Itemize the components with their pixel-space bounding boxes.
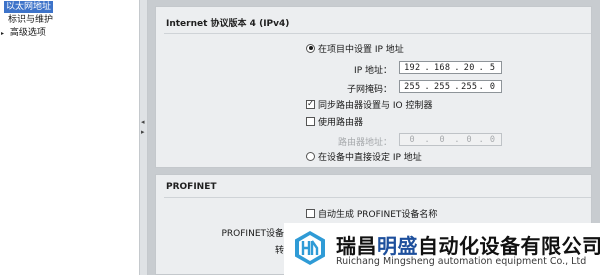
company-watermark: 瑞昌明盛自动化设备有限公司 Ruichang Mingsheng automat… [284, 223, 600, 275]
radio-selected-icon[interactable] [306, 43, 315, 53]
collapse-left-icon[interactable]: ◂ [141, 118, 145, 126]
company-name-part: 自动化设备有限公司 [418, 234, 600, 258]
expand-right-icon[interactable]: ▸ [141, 128, 145, 136]
sync-router-checkbox-row[interactable]: ✓ 同步路由器设置与 IO 控制器 [306, 98, 433, 111]
ip-octet-2: 168 [434, 62, 451, 73]
checkbox-checked-icon[interactable]: ✓ [306, 99, 315, 109]
router-address-label: 路由器地址： [337, 138, 392, 148]
set-ip-in-project-option[interactable]: 在项目中设置 IP 地址 [306, 42, 404, 55]
tree-item-label: 标识与维护 [8, 15, 54, 25]
company-name-en: Ruichang Mingsheng automation equipment … [336, 256, 587, 267]
tree-item-ethernet-address[interactable]: 以太网地址 [4, 1, 54, 13]
subnet-octet-2: 255 [434, 81, 451, 92]
tree-item-label: 以太网地址 [6, 2, 52, 12]
set-ip-in-project-label: 在项目中设置 IP 地址 [318, 44, 404, 55]
ip-octet-4: 5 [489, 62, 496, 73]
ip-address-field[interactable]: 192. 168. 20. 5 [399, 61, 502, 74]
use-router-label: 使用路由器 [318, 117, 364, 128]
tree-item-advanced-options[interactable]: ▸ 高级选项 [1, 27, 46, 39]
checkbox-unchecked-icon[interactable] [306, 208, 315, 218]
ip-octet-3: 20 [463, 62, 475, 73]
section-divider [164, 197, 591, 198]
router-octet-2: 0 [439, 134, 445, 145]
router-octet-1: 0 [409, 134, 415, 145]
ip-octet-1: 192 [404, 62, 421, 73]
auto-generate-name-label: 自动生成 PROFINET设备名称 [318, 209, 438, 220]
router-address-field: 0. 0. 0. 0 [399, 133, 502, 146]
expand-arrow-icon[interactable]: ▸ [1, 28, 7, 40]
auto-generate-name-checkbox-row[interactable]: 自动生成 PROFINET设备名称 [306, 207, 438, 220]
radio-unselected-icon[interactable] [306, 151, 315, 161]
profinet-section-title: PROFINET [166, 182, 217, 192]
subnet-octet-1: 255 [404, 81, 421, 92]
subnet-octet-3: 255 [461, 81, 478, 92]
ipv4-section-title: Internet 协议版本 4 (IPv4) [166, 19, 290, 29]
ip-address-label: IP 地址： [354, 66, 392, 76]
use-router-checkbox-row[interactable]: 使用路由器 [306, 115, 364, 128]
company-name-part: 瑞昌 [336, 234, 377, 258]
router-octet-3: 0 [466, 134, 472, 145]
panel-splitter[interactable]: ◂ ▸ [139, 0, 148, 275]
navigation-tree: 以太网地址 标识与维护 ▸ 高级选项 [0, 0, 140, 275]
subnet-octet-4: 0 [489, 81, 496, 92]
router-octet-4: 0 [489, 134, 496, 145]
company-name-cn: 瑞昌明盛自动化设备有限公司 [336, 230, 600, 259]
tree-item-identification[interactable]: 标识与维护 [8, 14, 53, 26]
sync-router-label: 同步路由器设置与 IO 控制器 [318, 100, 433, 111]
checkbox-unchecked-icon[interactable] [306, 116, 315, 126]
ipv4-section: Internet 协议版本 4 (IPv4) 在项目中设置 IP 地址 IP 地… [155, 6, 592, 168]
subnet-mask-label: 子网掩码： [346, 85, 392, 95]
company-logo-icon [295, 231, 325, 265]
tree-item-label: 高级选项 [9, 28, 46, 38]
set-ip-on-device-option[interactable]: 在设备中直接设定 IP 地址 [306, 150, 422, 163]
section-divider [164, 33, 591, 34]
company-name-highlight: 明盛 [377, 234, 418, 258]
set-ip-on-device-label: 在设备中直接设定 IP 地址 [318, 152, 422, 163]
subnet-mask-field[interactable]: 255. 255. 255. 0 [399, 80, 502, 93]
